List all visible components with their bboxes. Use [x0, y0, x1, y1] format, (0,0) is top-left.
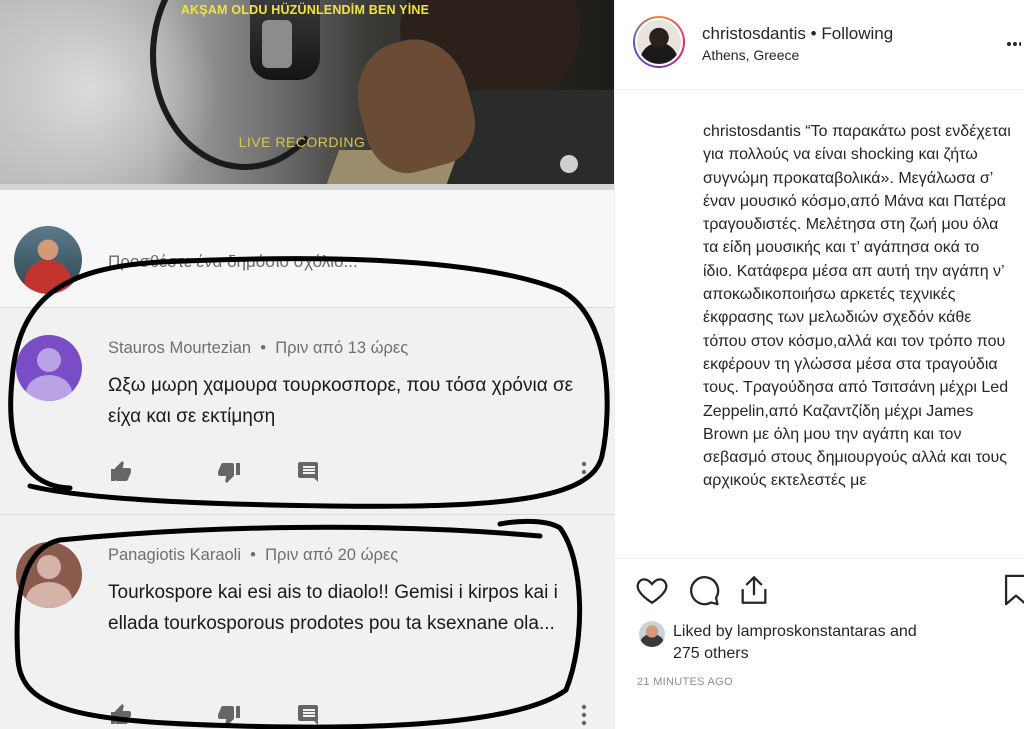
- avatar-head-shape: [37, 348, 61, 372]
- add-comment-row: Προσθέστε ένα δημόσιο σχόλιο...: [0, 190, 614, 308]
- liked-by-prefix: Liked by: [673, 623, 733, 640]
- post-caption: christosdantis “Το παρακάτω post ενδέχετ…: [703, 120, 1011, 556]
- live-recording-overlay: LIVE RECORDING: [238, 134, 366, 150]
- comment-meta: Panagiotis Karaoli • Πριν από 20 ώρες: [108, 546, 398, 565]
- reply-icon[interactable]: [296, 703, 322, 727]
- liked-by-suffix: and: [890, 623, 917, 640]
- thumbs-down-icon[interactable]: [216, 460, 242, 484]
- comment-author[interactable]: Panagiotis Karaoli: [108, 546, 241, 564]
- post-location[interactable]: Athens, Greece: [702, 47, 799, 63]
- following-button[interactable]: Following: [821, 24, 893, 43]
- meta-separator: •: [245, 546, 261, 564]
- comment-time: Πριν από 13 ώρες: [275, 339, 409, 357]
- likes-summary: Liked by lamproskonstantaras and 275 oth…: [673, 621, 1013, 665]
- post-actions: Liked by lamproskonstantaras and 275 oth…: [615, 558, 1024, 729]
- caption-text: “Το παρακάτω post ενδέχεται για πολλούς …: [703, 123, 1011, 490]
- instagram-panel: christosdantis • Following Athens, Greec…: [614, 0, 1024, 729]
- liked-by-user[interactable]: lamproskonstantaras: [737, 623, 886, 640]
- likes-others-link[interactable]: 275 others: [673, 645, 749, 662]
- avatar[interactable]: [639, 621, 665, 647]
- avatar[interactable]: [635, 18, 683, 66]
- comment-icon[interactable]: [687, 573, 721, 607]
- post-header: christosdantis • Following Athens, Greec…: [615, 0, 1024, 90]
- comment-text: Tourkospore kai esi ais to diaolo!! Gemi…: [108, 582, 558, 634]
- caption-username[interactable]: christosdantis: [703, 123, 801, 140]
- more-horizontal-icon[interactable]: [1005, 34, 1021, 54]
- avatar-body-shape: [26, 375, 72, 401]
- meta-separator: •: [810, 24, 822, 43]
- heart-icon[interactable]: [635, 573, 669, 607]
- more-vertical-icon[interactable]: [580, 703, 588, 727]
- comment-author[interactable]: Stauros Mourtezian: [108, 339, 251, 357]
- avatar-body-shape: [26, 582, 72, 608]
- thumbs-down-icon[interactable]: [216, 703, 242, 727]
- story-ring[interactable]: [633, 16, 685, 68]
- video-title-overlay: AKŞAM OLDU HÜZÜNLENDİM BEN YİNE: [180, 3, 430, 17]
- microphone-grill: [262, 20, 292, 68]
- video-player[interactable]: AKŞAM OLDU HÜZÜNLENDİM BEN YİNE LIVE REC…: [0, 0, 614, 190]
- comment-item: Stauros Mourtezian • Πριν από 13 ώρες Ωξ…: [0, 308, 614, 514]
- thumbs-up-icon[interactable]: [108, 460, 134, 484]
- meta-separator: •: [255, 339, 271, 357]
- comment-actions: [108, 703, 588, 727]
- post-username[interactable]: christosdantis: [702, 24, 806, 43]
- comment-meta: Stauros Mourtezian • Πριν από 13 ώρες: [108, 339, 408, 358]
- bookmark-icon[interactable]: [999, 573, 1024, 607]
- comment-time: Πριν από 20 ώρες: [265, 546, 399, 564]
- comment-actions: [108, 460, 588, 484]
- avatar: [14, 226, 82, 294]
- more-vertical-icon[interactable]: [580, 460, 588, 484]
- add-comment-input[interactable]: Προσθέστε ένα δημόσιο σχόλιο...: [108, 252, 358, 272]
- avatar: [16, 335, 82, 401]
- avatar-head-shape: [37, 555, 61, 579]
- reply-icon[interactable]: [296, 460, 322, 484]
- thumbs-up-icon[interactable]: [108, 703, 134, 727]
- post-author-line: christosdantis • Following: [702, 24, 893, 44]
- comment-item: Panagiotis Karaoli • Πριν από 20 ώρες To…: [0, 515, 614, 729]
- jacket-pin: [560, 155, 578, 173]
- avatar: [16, 542, 82, 608]
- share-icon[interactable]: [737, 573, 771, 607]
- comment-text: Ωξω μωρη χαμουρα τουρκοσπορε, που τόσα χ…: [108, 375, 574, 427]
- youtube-panel: AKŞAM OLDU HÜZÜNLENDİM BEN YİNE LIVE REC…: [0, 0, 614, 729]
- post-timestamp[interactable]: 21 MINUTES AGO: [637, 676, 733, 688]
